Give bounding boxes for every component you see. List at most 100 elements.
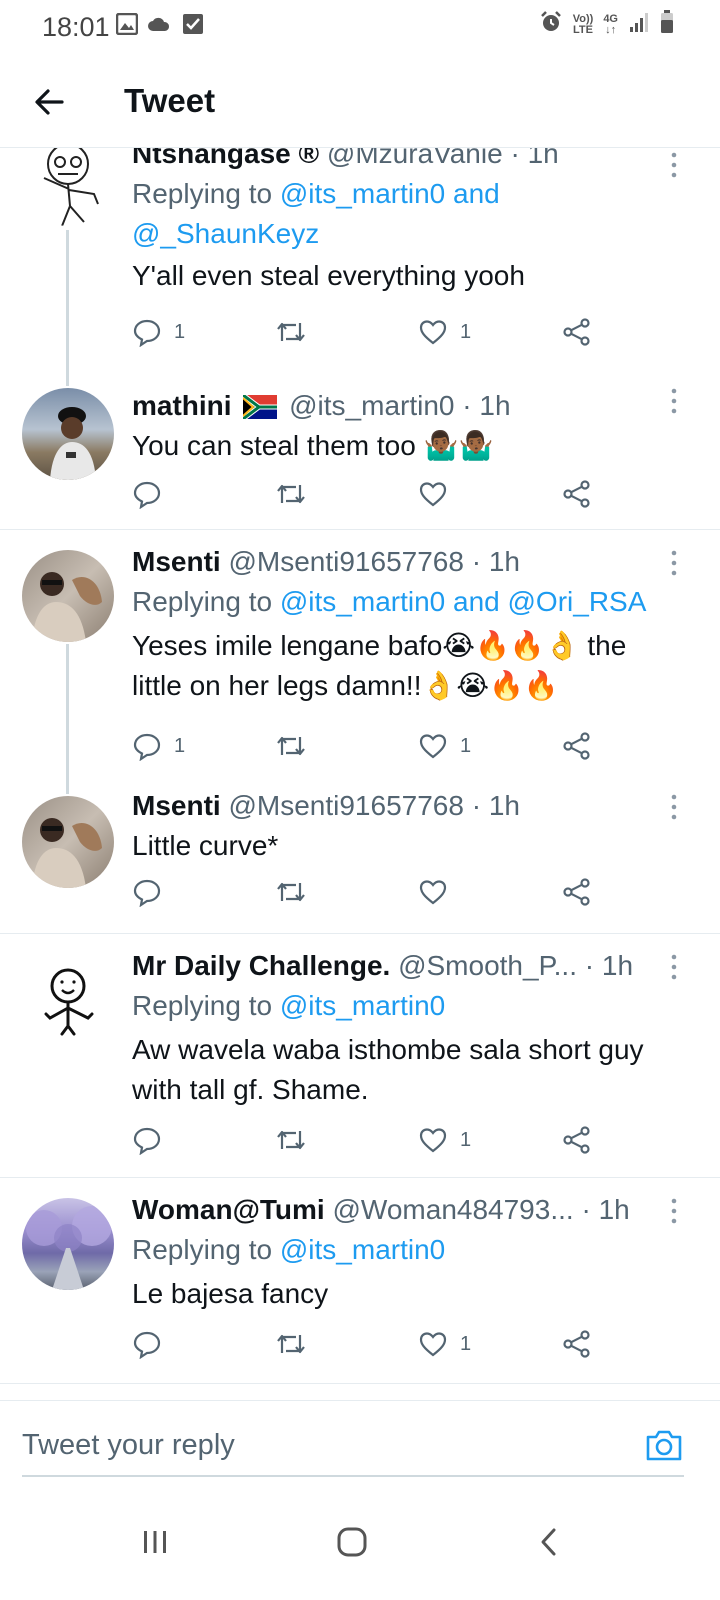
stickman-avatar-icon — [44, 968, 94, 1036]
reply-button[interactable]: 1 — [132, 312, 185, 352]
mention-link[interactable]: @its_martin0 and — [280, 178, 500, 209]
share-button[interactable] — [562, 1324, 592, 1364]
share-button[interactable] — [562, 726, 592, 766]
share-icon — [563, 1330, 590, 1358]
user-handle[interactable]: @Smooth_P... — [398, 950, 577, 981]
more-options-icon[interactable] — [664, 1196, 684, 1226]
user-handle[interactable]: @Woman484793... — [333, 1194, 574, 1225]
tweet-item[interactable]: Msenti @Msenti91657768 · 1h Little curve… — [0, 774, 720, 934]
replying-to: Replying to @its_martin0 — [132, 1234, 446, 1265]
more-options-icon[interactable] — [664, 548, 684, 578]
avatar[interactable] — [22, 796, 114, 888]
tweet-text: Little curve* — [132, 830, 279, 861]
user-name[interactable]: Msenti — [132, 790, 221, 821]
reply-icon — [133, 319, 161, 347]
4g-icon: 4G ↓↑ — [603, 12, 618, 36]
like-button[interactable] — [418, 872, 448, 912]
more-options-icon[interactable] — [664, 150, 684, 180]
share-icon — [563, 732, 590, 760]
recent-apps-button[interactable] — [125, 1512, 185, 1572]
more-options-icon[interactable] — [664, 386, 684, 416]
retweet-button[interactable] — [274, 1120, 308, 1160]
stickman-avatar-icon — [43, 148, 99, 226]
user-handle[interactable]: @Msenti91657768 — [228, 790, 463, 821]
home-button[interactable] — [322, 1512, 382, 1572]
retweet-button[interactable] — [274, 474, 308, 514]
avatar[interactable] — [22, 1198, 114, 1290]
reply-count: 1 — [174, 734, 186, 757]
reply-button[interactable] — [132, 1324, 162, 1364]
avatar[interactable] — [22, 148, 114, 226]
thread-line — [66, 644, 69, 774]
like-button[interactable]: 1 — [418, 726, 471, 766]
like-count: 1 — [460, 1128, 472, 1151]
reply-button[interactable] — [132, 1120, 162, 1160]
user-handle[interactable]: @MzuraVanie — [327, 148, 503, 169]
tweet-header: Msenti @Msenti91657768 · 1h — [132, 790, 520, 821]
mention-link[interactable]: @_ShaunKeyz — [132, 218, 319, 249]
alarm-icon — [539, 10, 563, 39]
retweet-button[interactable] — [274, 726, 308, 766]
retweet-icon — [277, 322, 305, 342]
like-button[interactable]: 1 — [418, 312, 471, 352]
reply-button[interactable]: 1 — [132, 726, 185, 766]
tweet-item[interactable]: Ntshangase ® @MzuraVanie · 1h Replying t… — [0, 148, 720, 366]
user-handle[interactable]: @Msenti91657768 — [228, 546, 463, 577]
like-button[interactable]: 1 — [418, 1120, 471, 1160]
share-icon — [563, 318, 590, 346]
mention-link[interactable]: @its_martin0 and @Ori_RSA — [280, 586, 647, 617]
system-back-button[interactable] — [520, 1512, 580, 1572]
user-name[interactable]: Ntshangase ® — [132, 148, 319, 169]
like-button[interactable]: 1 — [418, 1324, 471, 1364]
retweet-button[interactable] — [274, 872, 308, 912]
heart-icon — [419, 320, 447, 345]
tweet-item[interactable]: Woman@Tumi @Woman484793... · 1h Replying… — [0, 1178, 720, 1384]
volte-icon: Vo)) LTE — [572, 12, 594, 36]
camera-button[interactable] — [644, 1425, 684, 1465]
share-button[interactable] — [562, 312, 592, 352]
reply-icon — [133, 733, 161, 761]
like-count: 1 — [460, 734, 472, 757]
user-name[interactable]: mathini — [132, 390, 232, 421]
tweet-item[interactable]: Msenti @Msenti91657768 · 1h Replying to … — [0, 530, 720, 774]
reply-underline — [22, 1475, 684, 1477]
like-button[interactable] — [418, 474, 448, 514]
share-button[interactable] — [562, 872, 592, 912]
user-name[interactable]: Msenti — [132, 546, 221, 577]
status-right-icons: Vo)) LTE 4G ↓↑ — [539, 10, 674, 39]
back-button[interactable] — [28, 80, 72, 124]
reply-icon — [133, 1331, 161, 1359]
battery-icon — [660, 10, 674, 39]
retweet-icon — [277, 1130, 305, 1150]
user-name[interactable]: Mr Daily Challenge. — [132, 950, 390, 981]
heart-icon — [419, 734, 447, 759]
reply-input[interactable] — [22, 1423, 622, 1467]
image-icon — [115, 12, 139, 40]
status-time: 18:01 — [42, 12, 110, 42]
avatar[interactable] — [22, 388, 114, 480]
retweet-button[interactable] — [274, 312, 308, 352]
page-title: Tweet — [124, 82, 216, 119]
tweet-item[interactable]: Mr Daily Challenge. @Smooth_P... · 1h Re… — [0, 934, 720, 1178]
share-button[interactable] — [562, 474, 592, 514]
more-options-icon[interactable] — [664, 952, 684, 982]
tweet-time: 1h — [479, 390, 511, 421]
tweet-item[interactable]: mathini @its_martin0 · 1h You can steal … — [0, 366, 720, 530]
system-nav-bar — [0, 1492, 720, 1600]
mention-link[interactable]: @its_martin0 — [280, 1234, 445, 1265]
retweet-button[interactable] — [274, 1324, 308, 1364]
user-handle[interactable]: @its_martin0 — [289, 390, 454, 421]
mention-link[interactable]: @its_martin0 — [280, 990, 445, 1021]
tweet-header: Ntshangase ® @MzuraVanie · 1h — [132, 148, 680, 172]
reply-button[interactable] — [132, 474, 162, 514]
avatar[interactable] — [22, 550, 114, 642]
retweet-icon — [277, 882, 305, 902]
avatar[interactable] — [22, 956, 114, 1048]
more-options-icon[interactable] — [664, 792, 684, 822]
tweet-actions — [132, 872, 602, 912]
user-name[interactable]: Woman@Tumi — [132, 1194, 325, 1225]
arrow-left-icon — [35, 89, 64, 115]
recent-apps-icon — [144, 1531, 166, 1553]
reply-button[interactable] — [132, 872, 162, 912]
share-button[interactable] — [562, 1120, 592, 1160]
